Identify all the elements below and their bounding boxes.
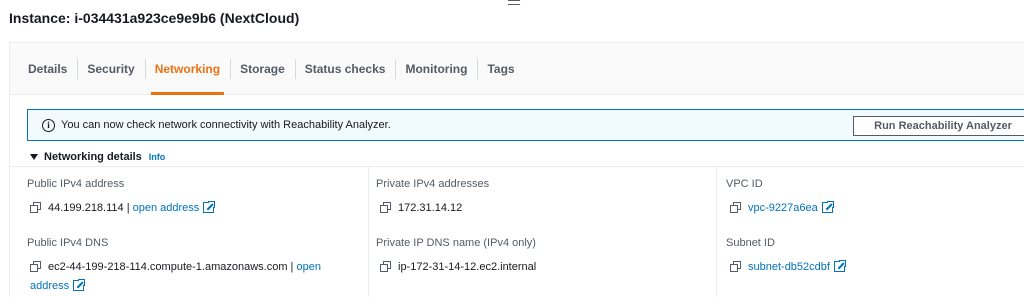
public-ipv4-label: Public IPv4 address [27, 178, 125, 190]
vpc-id-value: vpc-9227a6ea [730, 199, 835, 218]
tab-networking[interactable]: Networking [144, 43, 230, 95]
run-reachability-analyzer-button[interactable]: Run Reachability Analyzer [853, 116, 1024, 136]
copy-icon[interactable] [730, 261, 741, 272]
external-link-icon[interactable] [821, 200, 835, 213]
subnet-id-label: Subnet ID [726, 237, 775, 249]
separator: | [290, 261, 294, 273]
separator: | [126, 202, 130, 214]
copy-icon[interactable] [30, 261, 41, 272]
reachability-alert: i You can now check network connectivity… [27, 109, 1024, 141]
copy-icon[interactable] [30, 202, 41, 213]
column-divider [368, 167, 369, 297]
external-link-icon[interactable] [833, 259, 847, 272]
external-link-icon[interactable] [73, 278, 87, 291]
private-dns-text: ip-172-31-14-12.ec2.internal [398, 261, 537, 273]
tab-security[interactable]: Security [77, 43, 144, 95]
subnet-id-value: subnet-db52cdbf [730, 258, 847, 277]
private-dns-label: Private IP DNS name (IPv4 only) [376, 237, 536, 249]
external-link-icon[interactable] [203, 200, 217, 213]
divider [10, 166, 1024, 167]
copy-icon[interactable] [380, 202, 391, 213]
tab-tags[interactable]: Tags [477, 43, 524, 95]
caret-down-icon[interactable] [30, 154, 38, 160]
private-dns-value: ip-172-31-14-12.ec2.internal [380, 258, 536, 277]
public-dns-label: Public IPv4 DNS [27, 237, 109, 249]
column-divider [716, 167, 717, 297]
section-title: Networking details [44, 151, 142, 163]
tab-details[interactable]: Details [18, 43, 77, 95]
copy-icon[interactable] [730, 202, 741, 213]
tab-monitoring[interactable]: Monitoring [395, 43, 477, 95]
tab-storage[interactable]: Storage [230, 43, 295, 95]
networking-details-header[interactable]: Networking details Info [30, 151, 165, 163]
private-ipv4-text: 172.31.14.12 [398, 202, 463, 214]
panel-resize-handle[interactable] [508, 0, 520, 8]
alert-message: You can now check network connectivity w… [61, 119, 391, 131]
public-ipv4-value: 44.199.218.114 | open address [30, 199, 217, 218]
vpc-id-link[interactable]: vpc-9227a6ea [748, 202, 818, 214]
public-dns-value: ec2-44-199-218-114.compute-1.amazonaws.c… [30, 258, 360, 296]
tab-status-checks[interactable]: Status checks [294, 43, 396, 95]
private-ipv4-value: 172.31.14.12 [380, 199, 462, 218]
instance-details-panel: Details Security Networking Storage Stat… [9, 42, 1024, 297]
vpc-id-label: VPC ID [726, 178, 763, 190]
networking-content: i You can now check network connectivity… [10, 96, 1024, 297]
page-title: Instance: i-034431a923ce9e9b6 (NextCloud… [9, 10, 300, 26]
open-address-link[interactable]: open address [133, 202, 200, 214]
info-icon: i [42, 118, 55, 132]
tab-bar: Details Security Networking Storage Stat… [10, 43, 1024, 95]
info-link[interactable]: Info [149, 152, 166, 162]
subnet-id-link[interactable]: subnet-db52cdbf [748, 261, 830, 273]
public-dns-text: ec2-44-199-218-114.compute-1.amazonaws.c… [48, 261, 288, 273]
private-ipv4-label: Private IPv4 addresses [376, 178, 490, 190]
public-ipv4-text: 44.199.218.114 [48, 202, 124, 214]
copy-icon[interactable] [380, 261, 391, 272]
